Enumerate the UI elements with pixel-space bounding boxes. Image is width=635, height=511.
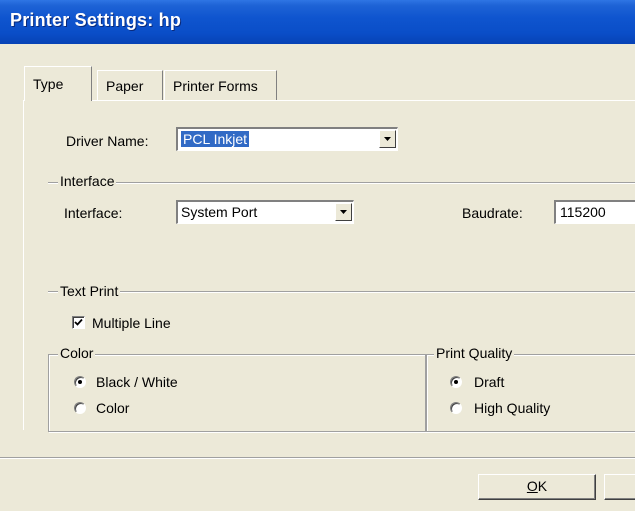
tab-panel	[23, 100, 635, 430]
text-print-title: Text Print	[58, 283, 121, 299]
tab-paper[interactable]: Paper	[97, 70, 163, 100]
print-quality-title: Print Quality	[434, 345, 515, 361]
title-bar[interactable]: Printer Settings: hp	[0, 0, 635, 44]
window-title: Printer Settings: hp	[10, 10, 182, 30]
cancel-button[interactable]	[604, 474, 635, 500]
tab-printer-forms[interactable]: Printer Forms	[164, 70, 277, 100]
tab-type[interactable]: Type	[24, 66, 92, 101]
ok-button[interactable]: OK	[478, 474, 596, 500]
bottom-separator	[0, 457, 635, 459]
interface-group-title: Interface	[58, 173, 117, 189]
ok-suffix: K	[537, 478, 548, 494]
color-group-title: Color	[58, 345, 96, 361]
ok-mnemonic: O	[526, 478, 538, 494]
